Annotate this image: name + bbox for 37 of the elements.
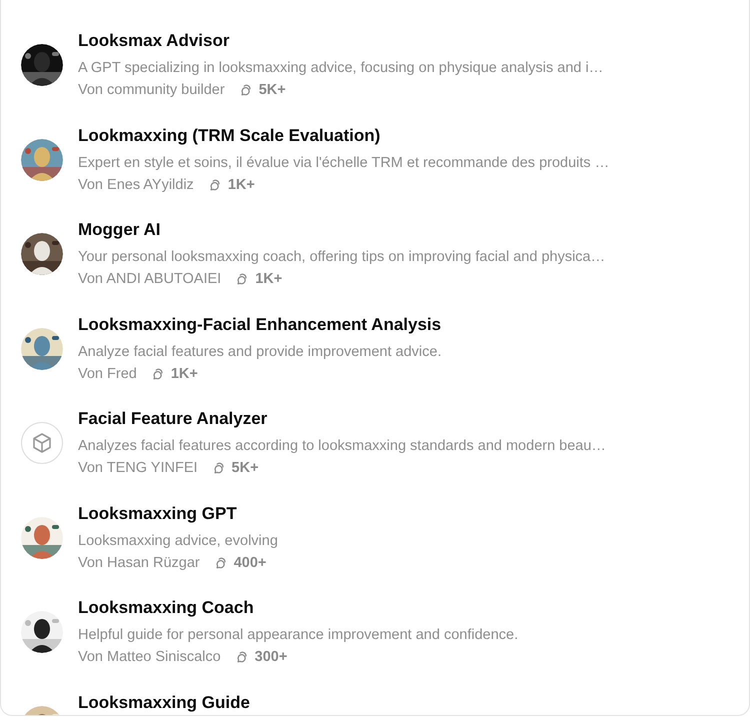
gpt-title[interactable]: Looksmaxxing Coach xyxy=(78,596,518,620)
chat-icon xyxy=(234,650,249,664)
chat-icon xyxy=(235,272,250,286)
chat-count: 5K+ xyxy=(258,81,286,100)
chat-icon xyxy=(150,366,165,380)
gpt-description: A GPT specializing in looksmaxxing advice, focusing on physique analysis and i… xyxy=(78,59,604,78)
chat-count: 1K+ xyxy=(255,270,282,289)
gpt-title[interactable]: Looksmax Advisor xyxy=(78,29,604,53)
gpt-title[interactable]: Looksmaxxing Guide xyxy=(78,690,250,714)
gpt-description: Analyze facial features and provide improvement advice. xyxy=(78,342,442,362)
author-name: Von Fred xyxy=(78,364,137,384)
chat-icon xyxy=(238,83,253,97)
chat-count: 5K+ xyxy=(232,459,259,478)
author-name: Von TENG YINFEI xyxy=(78,459,198,478)
gpt-description: Helpful guide for personal appearance improvement and confidence. xyxy=(78,626,518,645)
gpt-title[interactable]: Lookmaxxing (TRM Scale Evaluation) xyxy=(78,124,610,148)
chat-icon xyxy=(208,178,222,192)
chat-count: 300+ xyxy=(254,648,288,667)
author-name: Von community builder xyxy=(78,81,225,100)
author-name: Von ANDI ABUTOAIEI xyxy=(78,270,222,289)
gpt-description: Looksmaxxing advice, evolving xyxy=(78,532,278,550)
gpt-title[interactable]: Mogger AI xyxy=(78,218,606,242)
chat-count: 1K+ xyxy=(228,176,255,194)
author-name: Von Enes AYyildiz xyxy=(78,176,194,194)
cube-icon xyxy=(21,422,63,464)
chat-icon xyxy=(212,461,226,475)
gpt-title[interactable]: Facial Feature Analyzer xyxy=(78,407,606,431)
chat-icon xyxy=(214,556,228,570)
gpt-description: Expert en style et soins, il évalue via l'échelle TRM et recommande des produits … xyxy=(78,154,610,172)
gpt-title[interactable]: Looksmaxxing GPT xyxy=(78,502,278,526)
gpt-title[interactable]: Looksmaxxing-Facial Enhancement Analysis xyxy=(78,312,442,336)
gpt-description: Your personal looksmaxxing coach, offering tips on improving facial and physica… xyxy=(78,248,606,267)
chat-count: 1K+ xyxy=(170,364,198,384)
chat-count: 400+ xyxy=(234,554,266,572)
gpt-description: Analyzes facial features according to looksmaxxing standards and modern beau… xyxy=(78,437,606,456)
author-name: Von Matteo Siniscalco xyxy=(78,648,221,667)
author-name: Von Hasan Rüzgar xyxy=(78,554,200,572)
